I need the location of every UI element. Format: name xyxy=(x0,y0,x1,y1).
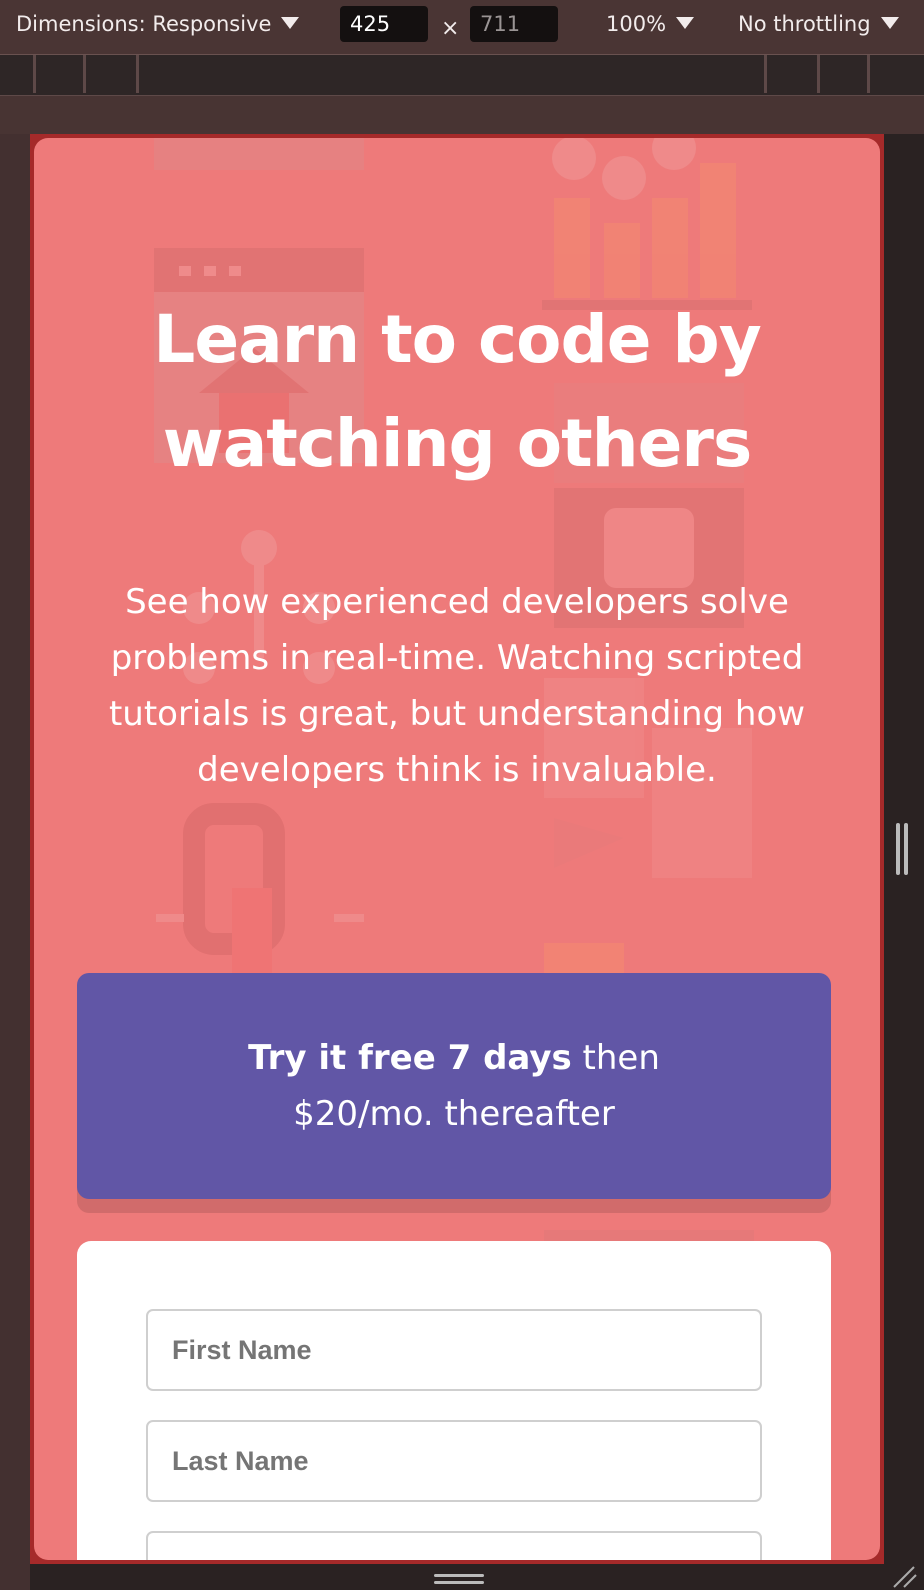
times-separator: × xyxy=(441,16,460,41)
throttling-label: No throttling xyxy=(738,12,871,36)
ruler-tick xyxy=(817,55,820,93)
media-query-ruler[interactable] xyxy=(0,55,924,96)
height-input[interactable]: 711 xyxy=(470,6,558,42)
dimensions-label: Dimensions: Responsive xyxy=(16,12,272,36)
trial-offer-highlight: Try it free 7 days xyxy=(248,1038,572,1078)
chevron-down-icon xyxy=(281,17,300,29)
device-frame-left xyxy=(0,134,30,1590)
resize-handle-right-icon[interactable] xyxy=(896,823,908,875)
ruler-tick xyxy=(764,55,767,93)
signup-form xyxy=(77,1241,831,1560)
resize-corner-icon[interactable] xyxy=(890,1565,918,1589)
zoom-label: 100% xyxy=(606,12,667,36)
resize-handle-bottom-icon[interactable] xyxy=(434,1574,484,1586)
chevron-down-icon xyxy=(676,17,695,29)
device-viewport: Learn to code by watching others See how… xyxy=(30,134,884,1564)
devtools-toolbar: Dimensions: Responsive 425 × 711 100% No… xyxy=(0,0,924,55)
width-input[interactable]: 425 xyxy=(340,6,428,42)
ruler-tick xyxy=(136,55,139,93)
device-frame-top xyxy=(0,96,924,134)
last-name-input[interactable] xyxy=(146,1420,762,1502)
ruler-tick xyxy=(83,55,86,93)
dimensions-dropdown[interactable]: Dimensions: Responsive xyxy=(16,12,300,36)
email-input[interactable] xyxy=(146,1531,762,1560)
throttling-dropdown[interactable]: No throttling xyxy=(738,12,899,36)
intro-paragraph: See how experienced developers solve pro… xyxy=(108,582,806,790)
page-headline: Learn to code by watching others xyxy=(153,301,761,482)
ruler-tick xyxy=(867,55,870,93)
first-name-input[interactable] xyxy=(146,1309,762,1391)
trial-offer-banner: Try it free 7 days then $20/mo. thereaft… xyxy=(77,973,831,1199)
ruler-tick xyxy=(33,55,36,93)
chevron-down-icon xyxy=(880,17,899,29)
landing-page: Learn to code by watching others See how… xyxy=(34,138,880,1560)
zoom-dropdown[interactable]: 100% xyxy=(606,12,695,36)
trial-offer-text: Try it free 7 days then $20/mo. thereaft… xyxy=(194,1030,714,1142)
